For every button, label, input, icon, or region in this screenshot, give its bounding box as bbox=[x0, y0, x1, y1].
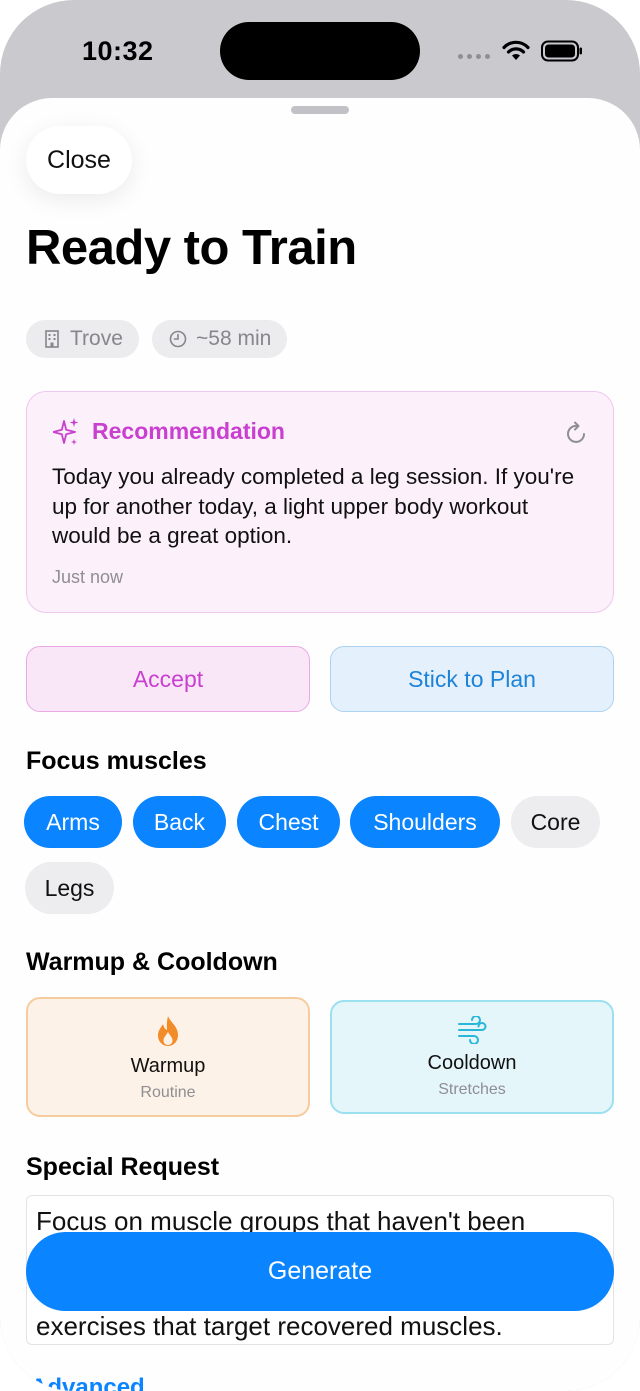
status-bar: 10:32 bbox=[0, 0, 640, 100]
dynamic-island bbox=[220, 22, 420, 80]
recommendation-timestamp: Just now bbox=[52, 567, 124, 587]
wind-icon bbox=[458, 1016, 487, 1044]
warmup-cooldown-heading: Warmup & Cooldown bbox=[26, 948, 278, 976]
sheet-grabber[interactable] bbox=[291, 106, 349, 114]
cooldown-sublabel: Stretches bbox=[438, 1081, 506, 1098]
cooldown-label: Cooldown bbox=[427, 1052, 517, 1074]
muscle-pill-legs[interactable]: Legs bbox=[25, 862, 114, 914]
sparkles-icon bbox=[53, 418, 79, 445]
advanced-link[interactable]: Advanced bbox=[30, 1374, 145, 1391]
muscle-pill-shoulders[interactable]: Shoulders bbox=[350, 796, 500, 848]
focus-muscles-heading: Focus muscles bbox=[26, 747, 207, 775]
duration-chip: ~58 min bbox=[152, 320, 288, 358]
wifi-icon bbox=[502, 40, 530, 60]
recommendation-body: Today you already completed a leg sessio… bbox=[52, 464, 575, 548]
location-chip: Trove bbox=[26, 320, 139, 358]
stick-to-plan-button[interactable]: Stick to Plan bbox=[330, 646, 614, 712]
page-title: Ready to Train bbox=[26, 221, 357, 275]
recommendation-card: Recommendation Today you already complet… bbox=[26, 391, 614, 613]
battery-icon bbox=[541, 40, 582, 62]
duration-label: ~58 min bbox=[196, 327, 272, 350]
generate-button[interactable]: Generate bbox=[26, 1232, 614, 1311]
special-request-line-3: exercises that target recovered muscles. bbox=[36, 1311, 503, 1341]
location-label: Trove bbox=[70, 327, 123, 350]
close-button[interactable]: Close bbox=[26, 126, 132, 194]
cooldown-card[interactable]: Cooldown Stretches bbox=[330, 1000, 614, 1114]
recommendation-title: Recommendation bbox=[92, 418, 285, 444]
flame-icon bbox=[158, 1016, 178, 1046]
accept-button[interactable]: Accept bbox=[26, 646, 310, 712]
warmup-label: Warmup bbox=[130, 1055, 206, 1077]
cellular-signal-icon bbox=[458, 54, 490, 59]
warmup-sublabel: Routine bbox=[140, 1084, 196, 1101]
muscle-pill-chest[interactable]: Chest bbox=[237, 796, 340, 848]
status-time: 10:32 bbox=[82, 36, 154, 66]
phone-screen: 10:32 Close Ready to Train Trove ~58 min… bbox=[0, 0, 640, 1391]
train-sheet: Close Ready to Train Trove ~58 min Recom… bbox=[0, 98, 640, 1391]
muscle-pill-arms[interactable]: Arms bbox=[24, 796, 122, 848]
muscle-pill-back[interactable]: Back bbox=[133, 796, 226, 848]
refresh-icon[interactable] bbox=[565, 420, 589, 446]
special-request-heading: Special Request bbox=[26, 1153, 220, 1181]
building-icon bbox=[45, 330, 59, 348]
muscle-pill-core[interactable]: Core bbox=[511, 796, 600, 848]
warmup-card[interactable]: Warmup Routine bbox=[26, 997, 310, 1117]
clock-icon bbox=[169, 330, 187, 348]
